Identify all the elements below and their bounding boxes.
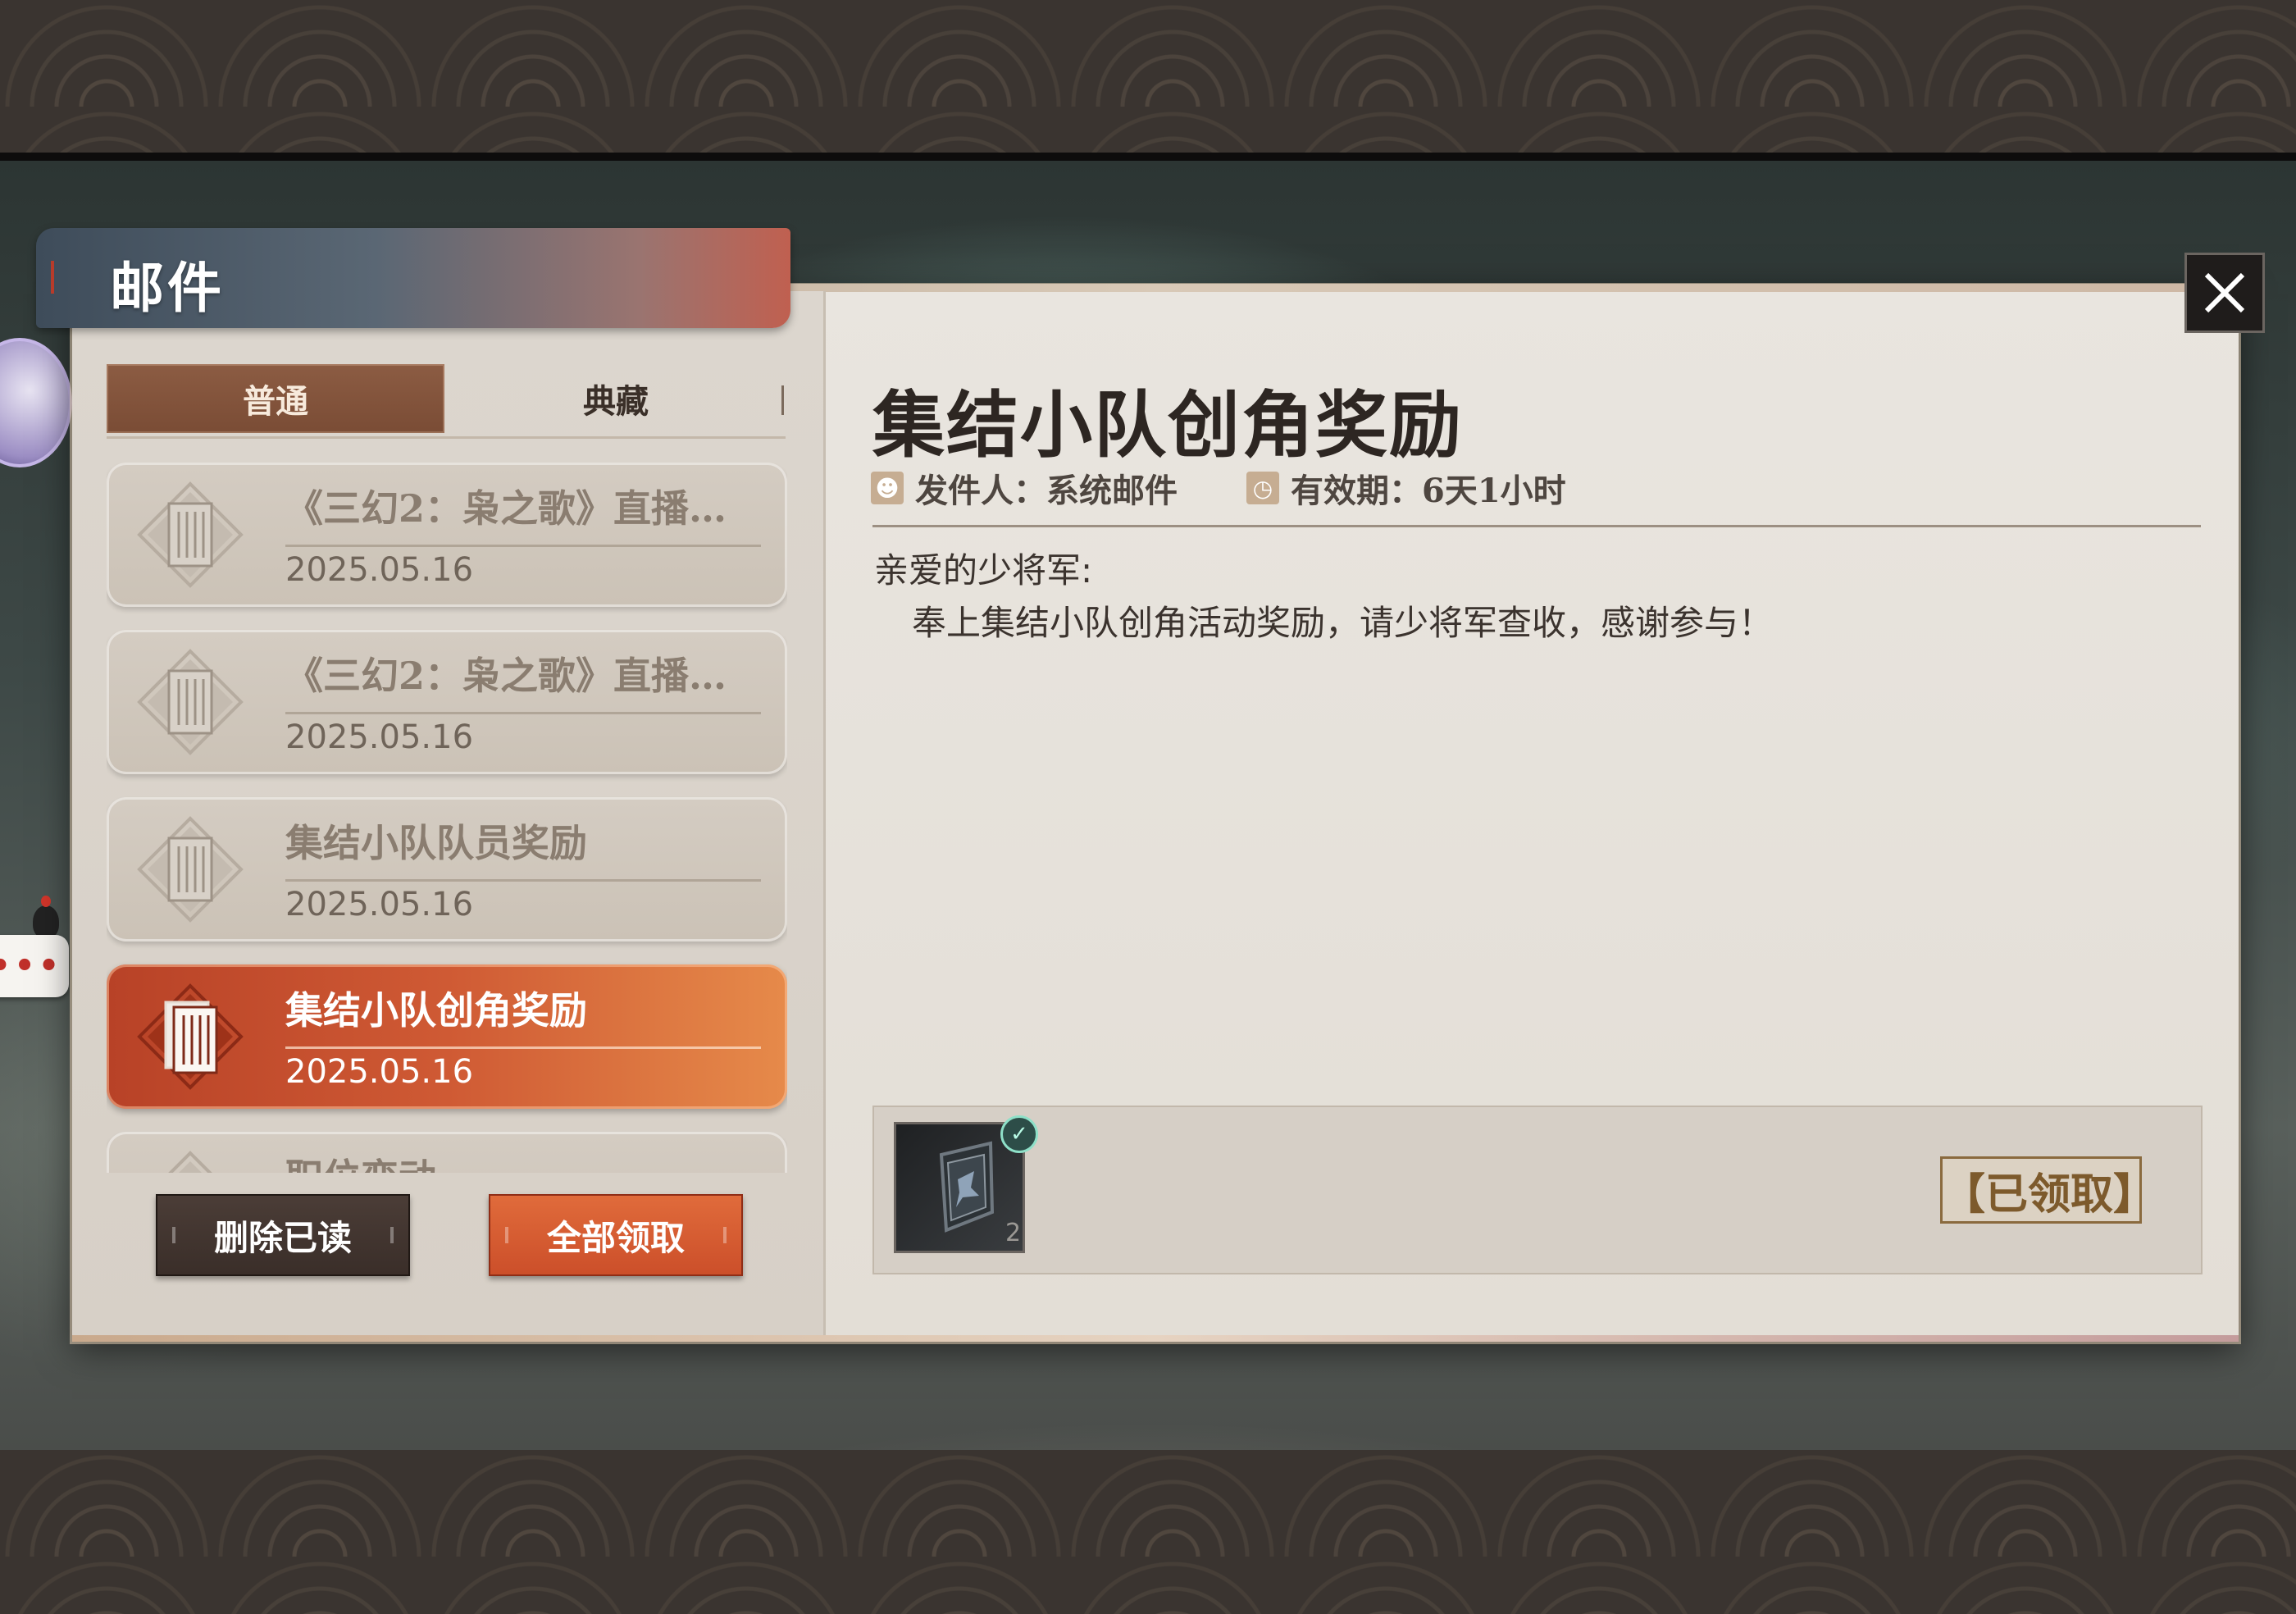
letter-icon [137, 649, 244, 755]
claimed-badge: 【已领取】 [1940, 1156, 2156, 1224]
close-button[interactable] [2184, 253, 2265, 333]
letter-icon [137, 816, 244, 923]
tab-normal[interactable]: 普通 [107, 364, 444, 433]
mail-date: 2025.05.16 [285, 718, 474, 756]
person-icon: ☻ [871, 472, 904, 504]
letter-icon [168, 1151, 212, 1173]
bird-mascot-icon [33, 896, 59, 938]
clock-icon: ◷ [1246, 472, 1279, 504]
mail-detail-title: 集结小队创角奖励 [872, 382, 1464, 467]
delete-read-button[interactable]: 删除已读 [156, 1194, 410, 1276]
sender-label: 发件人：系统邮件 [915, 472, 1178, 510]
letter-icon [137, 481, 244, 588]
tab-separator [781, 385, 784, 415]
chat-bubble-button[interactable]: ••• [0, 935, 69, 997]
mail-greeting: 亲爱的少将军: [874, 550, 1093, 590]
mail-title: 《三幻2：枭之歌》直播… [285, 654, 727, 698]
mail-date: 2025.05.16 [285, 886, 474, 923]
background-bottom-pattern [0, 1450, 2296, 1614]
mail-divider [285, 712, 761, 714]
mail-list-item[interactable]: 《三幻2：枭之歌》直播… 2025.05.16 [107, 463, 787, 607]
mail-divider [285, 545, 761, 547]
mail-title: 集结小队队员奖励 [285, 821, 587, 865]
expire-label: 有效期：6天1小时 [1291, 472, 1566, 510]
mail-body: 奉上集结小队创角活动奖励，请少将军查收，感谢参与！ [912, 603, 1774, 643]
tab-collection[interactable]: 典藏 [447, 364, 785, 433]
close-icon [2204, 272, 2245, 313]
mail-divider [285, 879, 761, 882]
meta-divider [872, 525, 2201, 527]
mail-title: 集结小队创角奖励 [285, 988, 587, 1033]
panel-bottom-border [72, 1335, 2239, 1342]
mail-date: 2025.05.16 [285, 1053, 474, 1091]
letter-icon [137, 983, 244, 1090]
mail-list[interactable]: 《三幻2：枭之歌》直播… 2025.05.16 《三幻2：枭之歌》直播… 202… [107, 463, 787, 1173]
reward-quantity: 2 [1005, 1219, 1022, 1247]
tab-underline [107, 436, 786, 439]
page-title: 邮件 [110, 256, 225, 320]
claim-all-button[interactable]: 全部领取 [489, 1194, 743, 1276]
mail-date: 2025.05.16 [285, 551, 474, 589]
mail-list-item[interactable]: 《三幻2：枭之歌》直播… 2025.05.16 [107, 630, 787, 774]
mail-list-item[interactable]: 集结小队队员奖励 2025.05.16 [107, 797, 787, 942]
mail-title: 《三幻2：枭之歌》直播… [285, 486, 727, 531]
sender-info: ☻ 发件人：系统邮件 [871, 464, 1178, 512]
check-icon: ✓ [1000, 1115, 1038, 1153]
mail-list-item-selected[interactable]: 集结小队创角奖励 2025.05.16 [107, 964, 787, 1109]
mail-divider [285, 1046, 761, 1049]
mail-list-item[interactable]: 职位变动 [107, 1132, 787, 1173]
background-top-pattern [0, 0, 2296, 153]
expiry-info: ◷ 有效期：6天1小时 [1246, 464, 1566, 512]
mail-title: 职位变动 [285, 1148, 436, 1173]
